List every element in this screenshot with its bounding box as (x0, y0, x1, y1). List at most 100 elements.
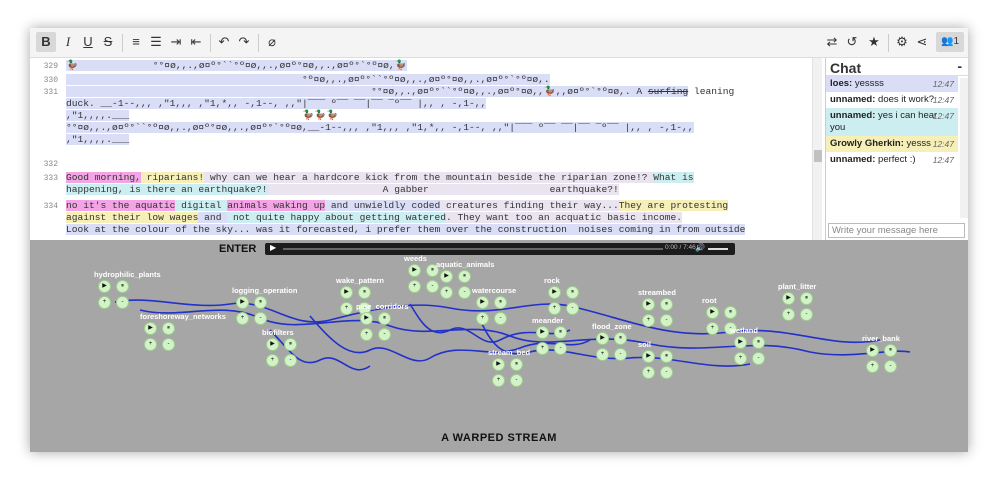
volume-down-button[interactable]: - (116, 296, 129, 309)
volume-up-button[interactable]: + (236, 312, 249, 325)
volume-up-button[interactable]: + (144, 338, 157, 351)
play-button[interactable]: ▶ (408, 264, 421, 277)
ordered-list-button[interactable]: ≡ (126, 32, 146, 52)
editor-line[interactable]: against their low wages and not quite ha… (66, 212, 683, 224)
editor-line[interactable]: duck. __-1--,,, ,"1,,, ,"1,*,, -,1--, ,,… (66, 98, 487, 110)
editor-line[interactable]: °°¤ø,,.,ø¤º°``°º¤ø,,.,ø¤º°¤ø,,.,ø¤º°`°º¤… (66, 122, 694, 134)
play-button[interactable]: ▶ (360, 312, 373, 325)
strikethrough-button[interactable]: S (98, 32, 118, 52)
italic-button[interactable]: I (58, 32, 78, 52)
share-button[interactable]: ⋖ (912, 32, 932, 52)
play-button[interactable]: ▶ (706, 306, 719, 319)
pause-button[interactable]: ⏸ (724, 306, 737, 319)
volume-up-button[interactable]: + (866, 360, 879, 373)
pause-button[interactable]: ⏸ (752, 336, 765, 349)
import-export-button[interactable]: ⇄ (822, 32, 842, 52)
editor-line[interactable]: ,"1,,,,.___ 🦆🦆🦆 (66, 110, 338, 122)
play-button[interactable]: ▶ (266, 338, 279, 351)
volume-down-button[interactable]: - (752, 352, 765, 365)
pause-button[interactable]: ⏸ (284, 338, 297, 351)
play-button[interactable]: ▶ (734, 336, 747, 349)
bullet-list-button[interactable]: ☰ (146, 32, 166, 52)
volume-down-button[interactable]: - (254, 312, 267, 325)
editor-line[interactable]: 🦆 °°¤ø,,.,ø¤º°``°º¤ø,,.,ø¤º°¤ø,,.,ø¤º°`°… (66, 60, 407, 72)
pause-button[interactable]: ⏸ (510, 358, 523, 371)
bold-button[interactable]: B (36, 32, 56, 52)
play-button[interactable]: ▶ (98, 280, 111, 293)
volume-down-button[interactable]: - (458, 286, 471, 299)
volume-down-button[interactable]: - (284, 354, 297, 367)
pause-button[interactable]: ⏸ (554, 326, 567, 339)
volume-down-button[interactable]: - (800, 308, 813, 321)
volume-down-button[interactable]: - (494, 312, 507, 325)
volume-up-button[interactable]: + (440, 286, 453, 299)
volume-up-button[interactable]: + (340, 302, 353, 315)
undo-button[interactable]: ↶ (214, 32, 234, 52)
play-button[interactable]: ▶ (236, 296, 249, 309)
editor-line[interactable]: Good morning, riparians! why can we hear… (66, 172, 694, 184)
pause-button[interactable]: ⏸ (660, 350, 673, 363)
play-button[interactable]: ▶ (340, 286, 353, 299)
pause-button[interactable]: ⏸ (116, 280, 129, 293)
play-button[interactable]: ▶ (548, 286, 561, 299)
play-button[interactable]: ▶ (782, 292, 795, 305)
volume-up-button[interactable]: + (642, 314, 655, 327)
volume-down-button[interactable]: - (660, 366, 673, 379)
volume-up-button[interactable]: + (782, 308, 795, 321)
chat-minimize-button[interactable]: - (957, 58, 962, 74)
pause-button[interactable]: ⏸ (162, 322, 175, 335)
volume-up-button[interactable]: + (408, 280, 421, 293)
volume-up-button[interactable]: + (98, 296, 111, 309)
chat-input[interactable]: Write your message here (828, 223, 965, 238)
volume-up-button[interactable]: + (706, 322, 719, 335)
underline-button[interactable]: U (78, 32, 98, 52)
volume-down-button[interactable]: - (554, 342, 567, 355)
volume-down-button[interactable]: - (660, 314, 673, 327)
play-button[interactable]: ▶ (476, 296, 489, 309)
volume-down-button[interactable]: - (162, 338, 175, 351)
pause-button[interactable]: ⏸ (660, 298, 673, 311)
volume-down-button[interactable]: - (614, 348, 627, 361)
users-button[interactable]: 👥1 (936, 32, 964, 52)
volume-down-button[interactable]: - (378, 328, 391, 341)
play-button[interactable]: ▶ (596, 332, 609, 345)
pad-editor[interactable]: 329 🦆 °°¤ø,,.,ø¤º°``°º¤ø,,.,ø¤º°¤ø,,.,ø¤º… (30, 58, 822, 240)
timeslider-button[interactable]: ↺ (842, 32, 862, 52)
settings-button[interactable]: ⚙ (892, 32, 912, 52)
play-button[interactable]: ▶ (642, 350, 655, 363)
volume-up-button[interactable]: + (642, 366, 655, 379)
pause-button[interactable]: ⏸ (566, 286, 579, 299)
volume-up-button[interactable]: + (734, 352, 747, 365)
editor-line[interactable]: Look at the colour of the sky... was it … (66, 224, 746, 236)
volume-down-button[interactable]: - (566, 302, 579, 315)
pause-button[interactable]: ⏸ (800, 292, 813, 305)
editor-line[interactable]: °°¤ø,,.,ø¤º°``°º¤ø,,.,ø¤º°¤ø,,🦆,,ø¤º°`°º… (66, 86, 734, 98)
play-button[interactable]: ▶ (866, 344, 879, 357)
editor-scrollbar[interactable] (812, 58, 822, 240)
play-button[interactable]: ▶ (536, 326, 549, 339)
pause-button[interactable]: ⏸ (614, 332, 627, 345)
pause-button[interactable]: ⏸ (378, 312, 391, 325)
pause-button[interactable]: ⏸ (494, 296, 507, 309)
scrollbar-thumb[interactable] (814, 150, 822, 162)
outdent-button[interactable]: ⇤ (186, 32, 206, 52)
chat-scrollbar[interactable] (960, 78, 968, 218)
play-button[interactable]: ▶ (642, 298, 655, 311)
volume-up-button[interactable]: + (476, 312, 489, 325)
star-button[interactable]: ★ (864, 32, 884, 52)
volume-up-button[interactable]: + (266, 354, 279, 367)
play-button[interactable]: ▶ (492, 358, 505, 371)
pause-button[interactable]: ⏸ (884, 344, 897, 357)
volume-down-button[interactable]: - (884, 360, 897, 373)
editor-line[interactable]: °º¤ø,,.,ø¤º°``°º¤ø,,.,ø¤º°¤ø,,.,ø¤º°`°º¤… (66, 74, 550, 86)
pause-button[interactable]: ⏸ (458, 270, 471, 283)
play-button[interactable]: ▶ (144, 322, 157, 335)
redo-button[interactable]: ↷ (234, 32, 254, 52)
volume-up-button[interactable]: + (548, 302, 561, 315)
pause-button[interactable]: ⏸ (254, 296, 267, 309)
editor-line[interactable]: happening, is there an earthquake?! A ga… (66, 184, 619, 196)
volume-up-button[interactable]: + (536, 342, 549, 355)
play-button[interactable]: ▶ (440, 270, 453, 283)
volume-up-button[interactable]: + (596, 348, 609, 361)
volume-down-button[interactable]: - (510, 374, 523, 387)
